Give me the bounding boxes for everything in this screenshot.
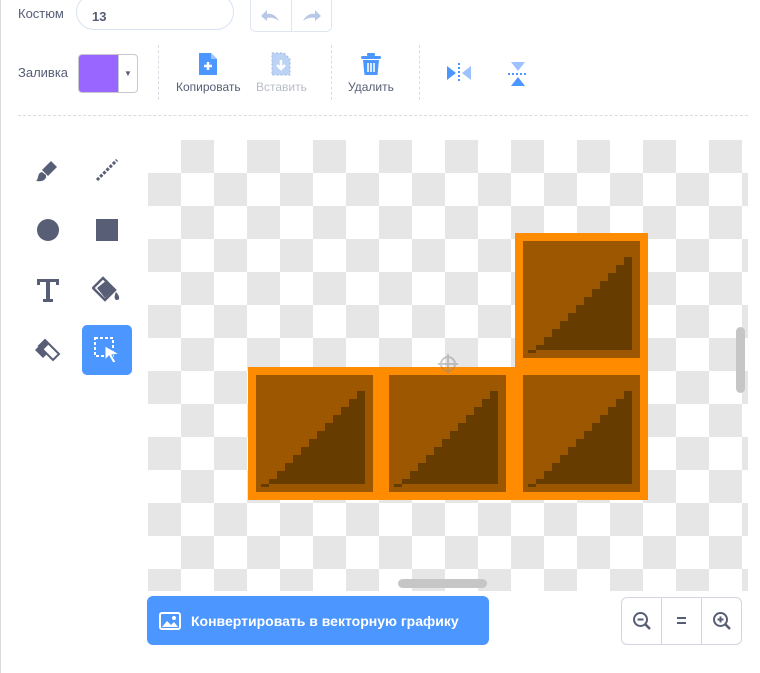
fill-bucket-icon — [92, 276, 120, 302]
copy-button[interactable]: Копировать — [176, 52, 241, 94]
fill-label: Заливка — [18, 65, 69, 80]
tool-select[interactable] — [82, 325, 132, 375]
copy-icon — [199, 53, 218, 75]
fill-color-swatch[interactable] — [79, 55, 118, 92]
convert-label: Конвертировать в векторную графику — [191, 612, 459, 629]
delete-label: Удалить — [348, 80, 394, 94]
redo-button[interactable] — [292, 0, 332, 31]
flip-horizontal-button[interactable] — [445, 62, 473, 84]
select-icon — [94, 337, 121, 364]
costume-name-input[interactable]: 13 — [76, 0, 234, 30]
tool-fill[interactable] — [82, 265, 132, 315]
zoom-reset-button[interactable]: = — [661, 598, 701, 644]
zoom-in-icon — [712, 612, 731, 630]
line-icon — [95, 158, 119, 182]
brick-block — [515, 233, 648, 366]
copy-label: Копировать — [176, 80, 241, 94]
toolbar-divider — [18, 115, 748, 116]
divider — [158, 45, 159, 100]
text-icon — [37, 279, 59, 302]
divider — [331, 45, 332, 100]
zoom-reset-label: = — [676, 610, 687, 631]
horizontal-scrollbar[interactable] — [398, 579, 487, 588]
panel-border — [0, 0, 1, 673]
brick-block — [515, 367, 648, 500]
zoom-out-icon — [632, 612, 651, 630]
flip-horizontal-icon — [447, 63, 471, 83]
circle-icon — [37, 219, 59, 241]
eraser-icon — [35, 338, 61, 362]
bitmap-canvas[interactable] — [148, 140, 748, 591]
zoom-in-button[interactable] — [701, 598, 741, 644]
undo-icon — [260, 10, 279, 21]
fill-color-picker[interactable]: ▼ — [78, 54, 138, 93]
divider — [419, 45, 420, 100]
paste-icon — [271, 52, 291, 76]
rectangle-icon — [96, 219, 118, 241]
paste-label: Вставить — [256, 80, 307, 94]
redo-icon — [303, 10, 322, 21]
canvas-drawing — [248, 233, 648, 500]
paste-button[interactable]: Вставить — [256, 52, 307, 94]
vertical-scrollbar[interactable] — [736, 327, 745, 393]
brush-icon — [36, 161, 57, 182]
tool-line[interactable] — [82, 145, 132, 195]
caret-down-icon[interactable]: ▼ — [118, 55, 137, 92]
costume-label: Костюм — [18, 6, 64, 21]
tool-rectangle[interactable] — [82, 205, 132, 255]
zoom-controls: = — [621, 597, 742, 645]
tool-circle[interactable] — [23, 205, 73, 255]
brick-block — [248, 367, 381, 500]
tool-text[interactable] — [23, 265, 73, 315]
flip-vertical-icon — [508, 62, 528, 86]
delete-button[interactable]: Удалить — [348, 52, 394, 94]
tool-brush[interactable] — [23, 145, 73, 195]
zoom-out-button[interactable] — [622, 598, 661, 644]
image-icon — [159, 611, 181, 630]
brick-block — [381, 367, 514, 500]
tool-eraser[interactable] — [23, 325, 73, 375]
flip-vertical-button[interactable] — [507, 60, 529, 88]
convert-to-vector-button[interactable]: Конвертировать в векторную графику — [147, 596, 489, 645]
trash-icon — [360, 53, 381, 75]
undo-button[interactable] — [251, 0, 292, 31]
undo-redo-group — [250, 0, 332, 32]
